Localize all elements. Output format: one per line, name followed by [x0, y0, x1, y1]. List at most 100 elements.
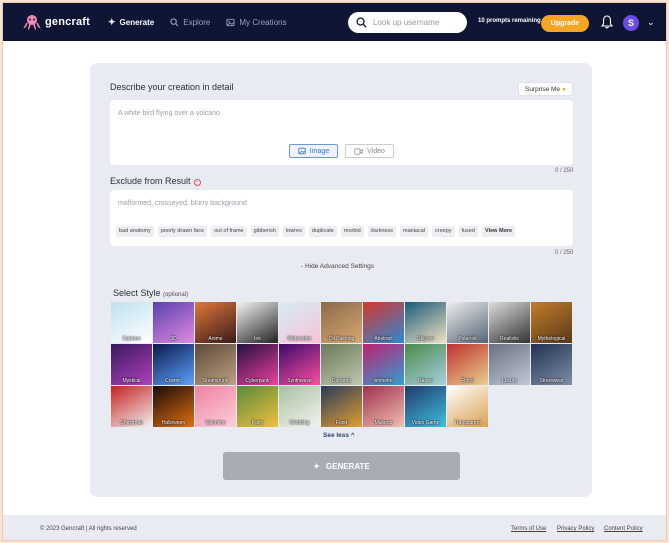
optional-label: (optional): [163, 292, 189, 298]
style-tile[interactable]: Wedding: [279, 386, 320, 427]
style-tile[interactable]: Cosmic: [153, 344, 194, 385]
nav-explore-label: Explore: [183, 17, 211, 27]
exclude-chip[interactable]: creepy: [432, 226, 455, 237]
style-tile-label: Luxury: [501, 378, 517, 384]
video-mode-button[interactable]: Video: [345, 144, 394, 158]
style-tile-label: Makeup: [374, 420, 393, 426]
exclude-chips: bad anatomy poorly drawn face out of fra…: [116, 226, 516, 237]
exclude-char-count: 0 / 250: [555, 250, 574, 256]
generate-button[interactable]: ✦ GENERATE: [223, 452, 460, 480]
octopus-logo-icon: [23, 15, 41, 30]
image-mode-label: Image: [309, 147, 330, 155]
style-tile[interactable]: Streetwear: [531, 344, 572, 385]
privacy-policy-link[interactable]: Privacy Policy: [557, 526, 594, 532]
copyright-text: © 2023 Gencraft | All rights reserved: [40, 526, 137, 532]
style-tile[interactable]: Cyberpunk: [237, 344, 278, 385]
style-tile[interactable]: Halloween: [153, 386, 194, 427]
style-tile[interactable]: Isometric: [363, 344, 404, 385]
exclude-chip[interactable]: out of frame: [211, 226, 247, 237]
nav-generate[interactable]: ✦ Generate: [108, 17, 154, 28]
logo-text: gencraft: [45, 16, 90, 28]
style-tile[interactable]: Floral: [447, 344, 488, 385]
upgrade-button[interactable]: Upgrade: [541, 15, 589, 32]
style-tile[interactable]: Abstract: [363, 302, 404, 343]
terms-of-use-link[interactable]: Terms of Use: [511, 526, 546, 532]
style-tile[interactable]: Video Game: [405, 386, 446, 427]
style-tile-label: Watercolor: [287, 336, 312, 342]
exclude-textarea[interactable]: malformed, crosseyed, blurry background: [110, 190, 573, 246]
style-tile-label: Oil Painting: [328, 336, 355, 342]
style-tile[interactable]: Nature: [405, 344, 446, 385]
style-tile[interactable]: 3D: [153, 302, 194, 343]
search-bar[interactable]: [348, 12, 467, 33]
exclude-chip[interactable]: bad anatomy: [116, 226, 154, 237]
style-tile[interactable]: Cartoon: [111, 302, 152, 343]
exclude-chip[interactable]: morbid: [340, 226, 364, 237]
style-tile[interactable]: Steampunk: [195, 344, 236, 385]
style-tile[interactable]: Watercolor: [279, 302, 320, 343]
style-tile-label: Isometric: [373, 378, 394, 384]
exclude-chip[interactable]: lowres: [282, 226, 305, 237]
exclude-placeholder: malformed, crosseyed, blurry background: [118, 200, 247, 207]
hide-advanced-settings-toggle[interactable]: - Hide Advanced Settings: [301, 263, 374, 270]
style-tile[interactable]: Ink: [237, 302, 278, 343]
style-tile-label: Abstract: [374, 336, 393, 342]
style-tile-label: Food: [335, 420, 348, 426]
surprise-me-label: Surprise Me: [525, 85, 561, 93]
style-tile-label: Party: [251, 420, 264, 426]
avatar[interactable]: S: [623, 15, 639, 31]
exclude-chip[interactable]: duplicate: [308, 226, 337, 237]
style-tile[interactable]: Food: [321, 386, 362, 427]
style-tile[interactable]: Christmas: [111, 386, 152, 427]
style-tile-label: Mystical: [122, 378, 141, 384]
video-icon: [354, 148, 363, 154]
image-icon: [298, 147, 306, 155]
select-style-title: Select Style (optional): [113, 288, 188, 298]
nav-my-creations[interactable]: My Creations: [226, 18, 286, 27]
select-style-label: Select Style: [113, 288, 161, 298]
nav-explore[interactable]: Explore: [170, 18, 210, 27]
style-tile[interactable]: Synthwave: [279, 344, 320, 385]
style-tile[interactable]: Polaroid: [447, 302, 488, 343]
content-policy-link[interactable]: Content Policy: [604, 526, 643, 532]
style-tile[interactable]: Luxury: [489, 344, 530, 385]
style-tile[interactable]: Makeup: [363, 386, 404, 427]
app-frame: gencraft ✦ Generate Explore My Creations…: [2, 2, 667, 541]
chevron-down-icon[interactable]: ⌄: [647, 17, 655, 28]
sparkle-icon: ✦: [313, 461, 320, 471]
logo[interactable]: gencraft: [23, 14, 90, 30]
nav-generate-label: Generate: [119, 17, 155, 27]
style-tile-label: 3D: [170, 336, 177, 342]
bell-icon[interactable]: [601, 15, 613, 29]
prompt-char-count: 0 / 250: [555, 168, 574, 174]
image-mode-button[interactable]: Image: [289, 144, 338, 158]
footer: © 2023 Gencraft | All rights reserved Te…: [3, 515, 666, 540]
exclude-chip[interactable]: gibberish: [250, 226, 279, 237]
exclude-chip[interactable]: maniacal: [400, 226, 429, 237]
prompt-textarea[interactable]: A white bird flying over a volcano: [110, 100, 573, 165]
style-tile-label: Floral: [461, 378, 474, 384]
style-tile[interactable]: Mystical: [111, 344, 152, 385]
style-tile[interactable]: Ukiyo-e: [405, 302, 446, 343]
style-tile-label: Anime: [208, 336, 223, 342]
style-tile[interactable]: Mythological: [531, 302, 572, 343]
exclude-chip[interactable]: poorly drawn face: [157, 226, 208, 237]
style-tile[interactable]: Valentine: [195, 386, 236, 427]
style-tile[interactable]: Anime: [195, 302, 236, 343]
exclude-chip[interactable]: fused: [458, 226, 478, 237]
style-tile-label: Cosmic: [165, 378, 182, 384]
style-tile-label: Valentine: [205, 420, 226, 426]
style-tile-label: Realistic: [500, 336, 519, 342]
style-tile[interactable]: Oil Painting: [321, 302, 362, 343]
style-tile-label: Cyberpunk: [245, 378, 270, 384]
surprise-me-button[interactable]: Surprise Me ●: [518, 82, 573, 96]
style-tile-label: Synthwave: [287, 378, 312, 384]
style-tile[interactable]: Realistic: [489, 302, 530, 343]
search-input[interactable]: [373, 18, 463, 27]
view-more-button[interactable]: View More: [482, 226, 516, 237]
exclude-chip[interactable]: darkness: [367, 226, 396, 237]
style-tile[interactable]: Transparent: [447, 386, 488, 427]
style-tile[interactable]: Party: [237, 386, 278, 427]
see-less-button[interactable]: See less ^: [323, 432, 355, 439]
style-tile[interactable]: Diorama: [321, 344, 362, 385]
